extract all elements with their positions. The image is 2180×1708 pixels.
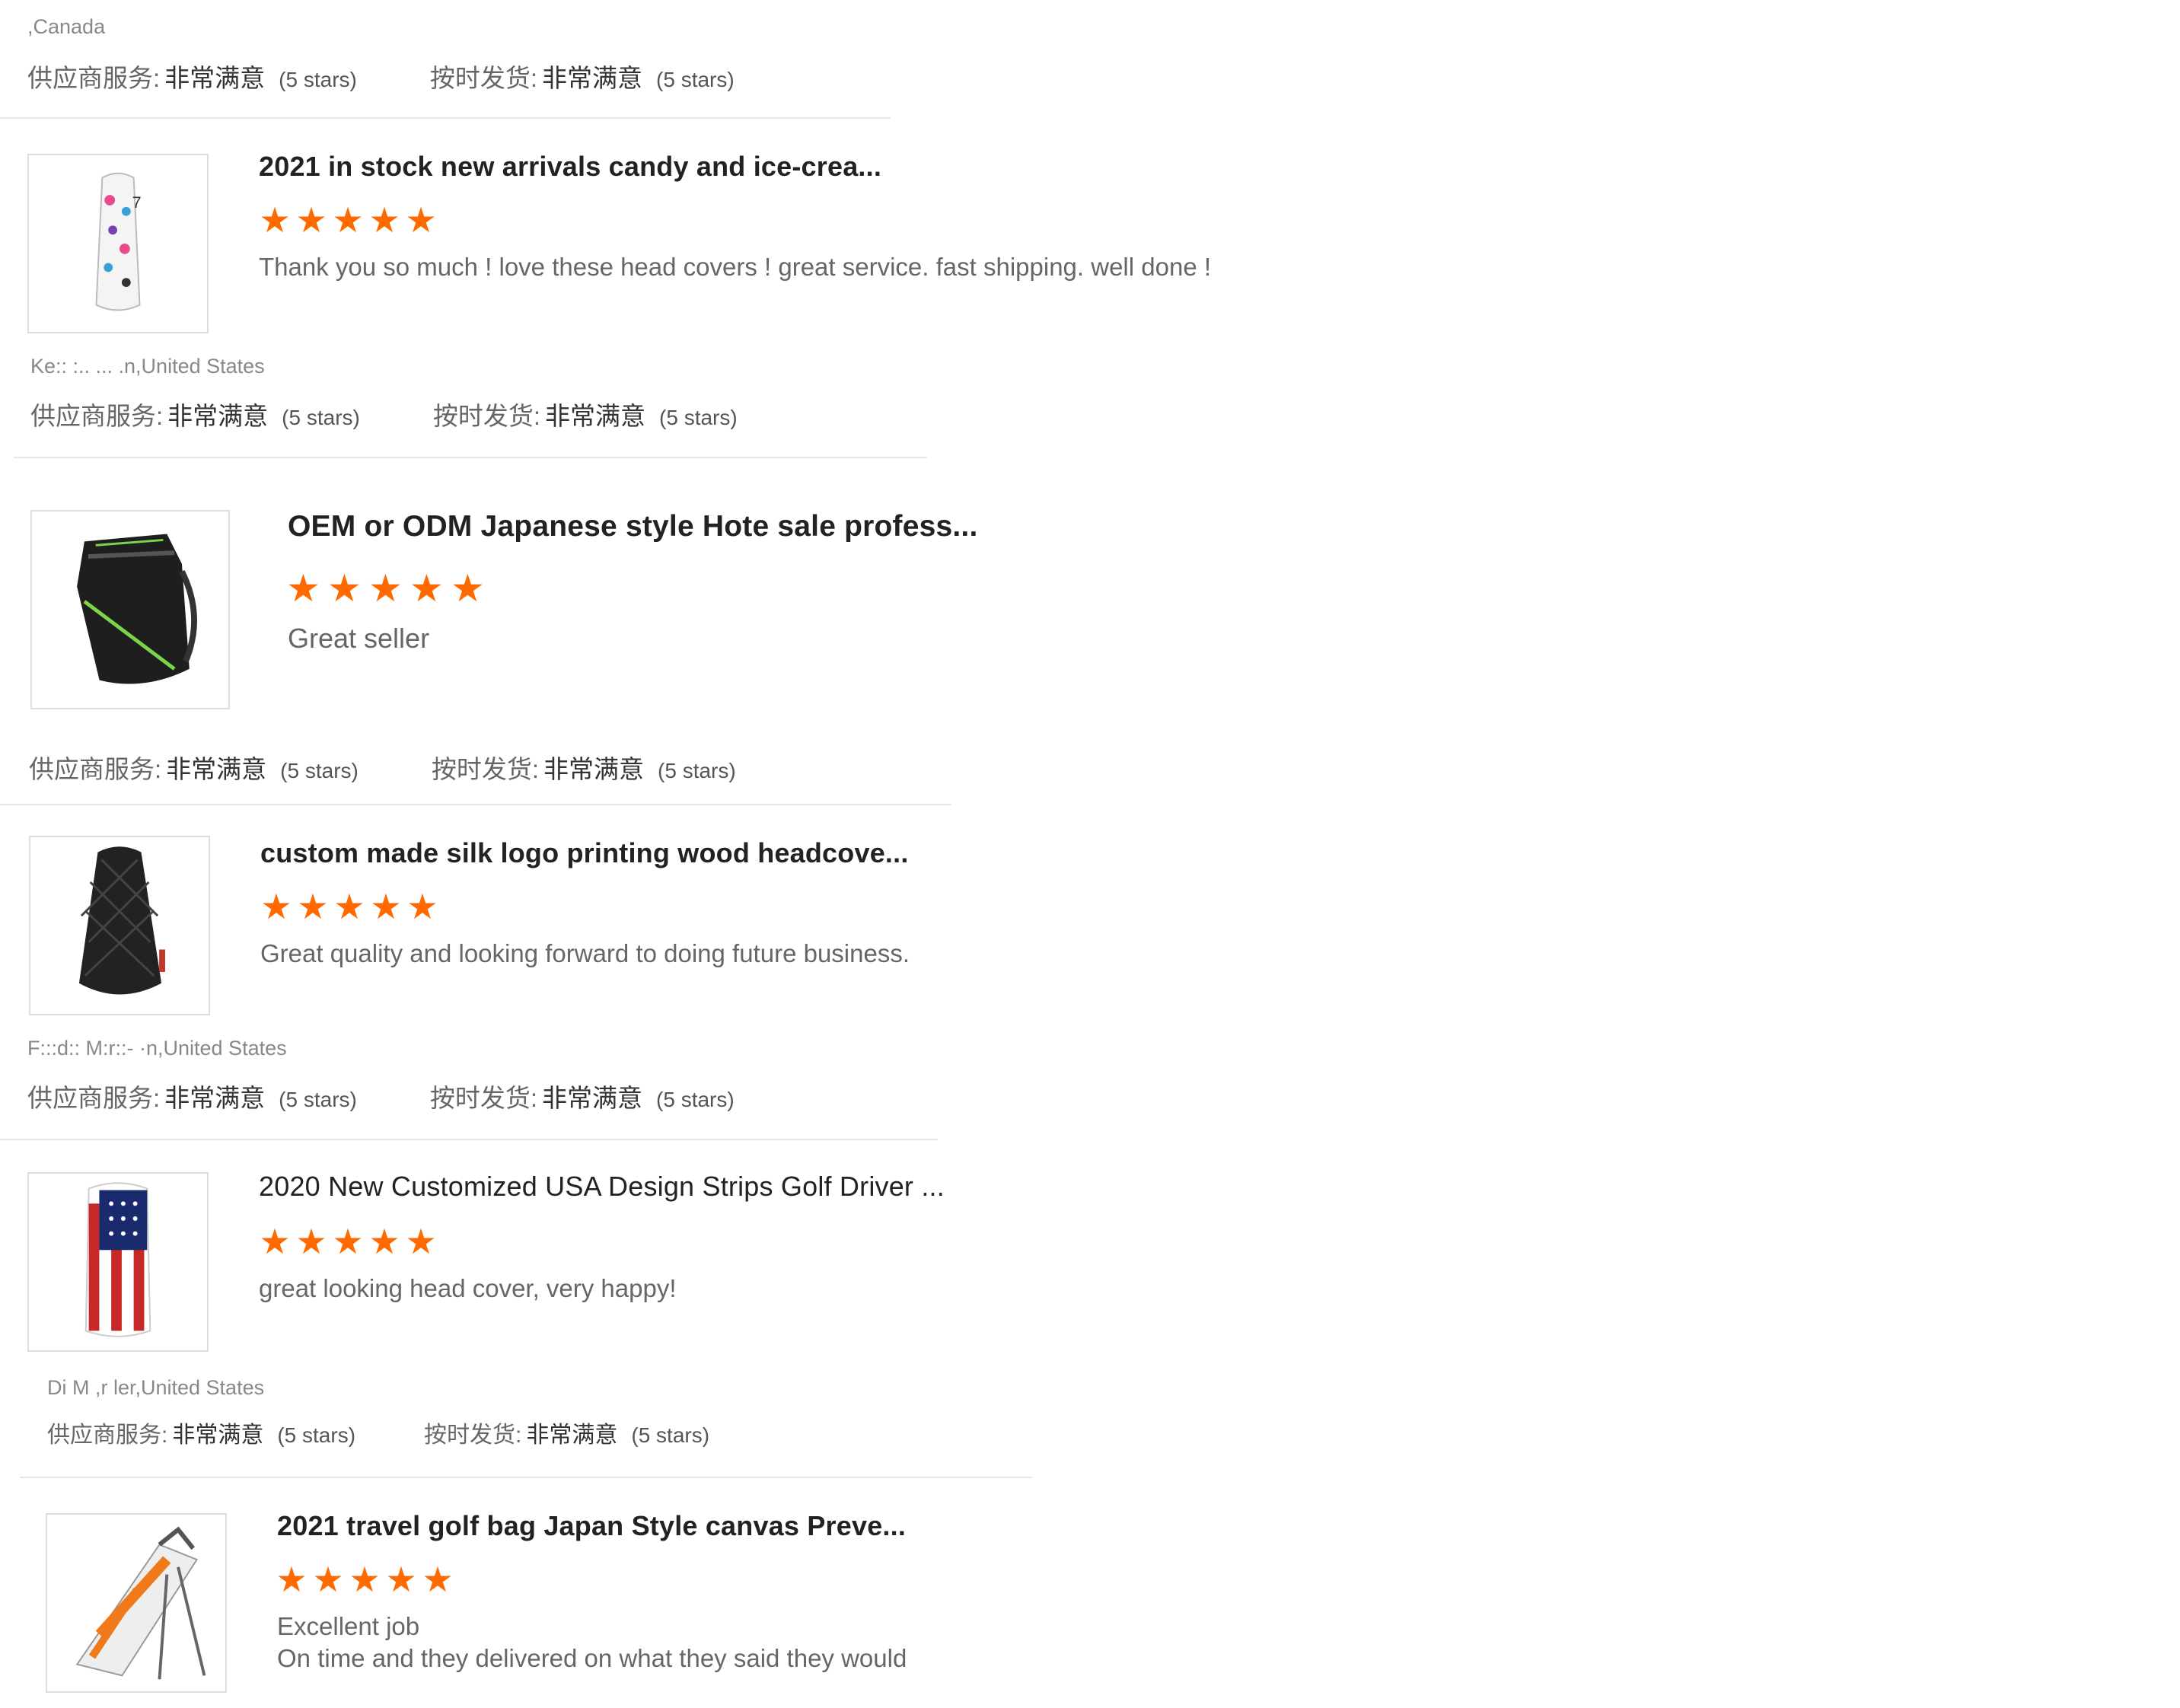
- product-thumbnail[interactable]: [29, 836, 210, 1015]
- rating-stars: ★ ★ ★ ★ ★: [259, 200, 437, 240]
- candy-headcover-icon: 7: [95, 172, 142, 311]
- supplier-service-label: 供应商服务:: [27, 1084, 161, 1112]
- supplier-service-value: 非常满意: [166, 755, 267, 783]
- supplier-service-label: 供应商服务:: [30, 402, 164, 430]
- product-thumbnail[interactable]: [27, 1172, 209, 1352]
- stand-golf-bag-icon: [75, 1526, 206, 1680]
- star-icon: ★: [259, 1222, 291, 1261]
- on-time-shipping-stars: (5 stars): [631, 1423, 710, 1447]
- review-comment: great looking head cover, very happy!: [259, 1274, 677, 1302]
- star-icon: ★: [406, 887, 438, 926]
- review-comment: Great seller: [288, 623, 430, 654]
- supplier-service-label: 供应商服务:: [27, 64, 161, 92]
- supplier-service-value: 非常满意: [172, 1423, 264, 1448]
- star-icon: ★: [349, 1560, 381, 1599]
- review-item: OEM or ODM Japanese style Hote sale prof…: [0, 457, 977, 805]
- star-icon: ★: [295, 200, 327, 240]
- quilted-headcover-icon: [78, 846, 165, 995]
- star-icon: ★: [405, 1222, 437, 1261]
- star-icon: ★: [410, 567, 444, 610]
- review-item: 2021 travel golf bag Japan Style canvas …: [20, 1477, 1032, 1705]
- star-icon: ★: [332, 200, 364, 240]
- product-title[interactable]: 2021 travel golf bag Japan Style canvas …: [277, 1510, 906, 1542]
- star-icon: ★: [385, 1560, 417, 1599]
- product-thumbnail[interactable]: [46, 1513, 227, 1693]
- rating-stars: ★ ★ ★ ★ ★: [259, 1222, 437, 1261]
- star-icon: ★: [405, 200, 437, 240]
- star-icon: ★: [286, 567, 320, 610]
- buyer-location: ,Canada: [27, 15, 106, 38]
- rating-stars: ★ ★ ★ ★ ★: [286, 567, 485, 610]
- review-item: custom made silk logo printing wood head…: [0, 804, 938, 1140]
- on-time-shipping-value: 非常满意: [543, 755, 645, 783]
- on-time-shipping-stars: (5 stars): [658, 759, 736, 782]
- star-icon: ★: [332, 1222, 364, 1261]
- star-icon: ★: [368, 200, 400, 240]
- product-thumbnail[interactable]: 7: [27, 154, 209, 333]
- product-title[interactable]: custom made silk logo printing wood head…: [260, 837, 909, 869]
- star-icon: ★: [368, 567, 403, 610]
- seller-ratings: 供应商服务: 非常满意 (5 stars) 按时发货: 非常满意 (5 stars): [30, 396, 738, 432]
- on-time-shipping-stars: (5 stars): [656, 68, 735, 91]
- review-comment: Great quality and looking forward to doi…: [260, 939, 910, 967]
- supplier-service-stars: (5 stars): [282, 406, 360, 429]
- supplier-service-value: 非常满意: [164, 1084, 266, 1112]
- star-icon: ★: [312, 1560, 344, 1599]
- supplier-service-stars: (5 stars): [277, 1423, 356, 1447]
- star-icon: ★: [370, 887, 402, 926]
- svg-text:7: 7: [132, 193, 142, 212]
- supplier-service-stars: (5 stars): [280, 759, 359, 782]
- rating-stars: ★ ★ ★ ★ ★: [260, 887, 438, 926]
- star-icon: ★: [451, 567, 485, 610]
- on-time-shipping-stars: (5 stars): [659, 406, 738, 429]
- black-golf-bag-icon: [77, 534, 197, 684]
- star-icon: ★: [260, 887, 292, 926]
- on-time-shipping-value: 非常满意: [542, 64, 643, 92]
- star-icon: ★: [259, 200, 291, 240]
- on-time-shipping-value: 非常满意: [526, 1423, 618, 1448]
- on-time-shipping-label: 按时发货:: [429, 64, 538, 92]
- supplier-service-value: 非常满意: [164, 64, 266, 92]
- review-comment-line-2: On time and they delivered on what they …: [277, 1644, 907, 1672]
- on-time-shipping-value: 非常满意: [542, 1084, 643, 1112]
- rating-stars: ★ ★ ★ ★ ★: [276, 1560, 454, 1599]
- seller-ratings: 供应商服务: 非常满意 (5 stars) 按时发货: 非常满意 (5 stars): [27, 58, 735, 94]
- star-icon: ★: [333, 887, 365, 926]
- supplier-service-stars: (5 stars): [279, 1088, 357, 1111]
- on-time-shipping-stars: (5 stars): [656, 1088, 735, 1111]
- on-time-shipping-label: 按时发货:: [431, 755, 540, 783]
- seller-ratings: 供应商服务: 非常满意 (5 stars) 按时发货: 非常满意 (5 stars): [29, 749, 736, 785]
- on-time-shipping-label: 按时发货:: [432, 402, 541, 430]
- review-comment: Excellent job: [277, 1612, 420, 1640]
- review-comment: Thank you so much ! love these head cove…: [259, 253, 1212, 281]
- product-title[interactable]: 2021 in stock new arrivals candy and ice…: [259, 151, 881, 183]
- star-icon: ★: [368, 1222, 400, 1261]
- review-item: 2020 New Customized USA Design Strips Go…: [20, 1139, 1032, 1478]
- buyer-location: Ke:: :.. ... .n,United States: [30, 355, 265, 378]
- seller-ratings: 供应商服务: 非常满意 (5 stars) 按时发货: 非常满意 (5 stars): [47, 1416, 709, 1449]
- supplier-service-label: 供应商服务:: [47, 1423, 168, 1448]
- buyer-location: F:::d:: M:r::- ·n,United States: [27, 1037, 287, 1060]
- star-icon: ★: [297, 887, 329, 926]
- supplier-service-stars: (5 stars): [279, 68, 357, 91]
- product-title[interactable]: OEM or ODM Japanese style Hote sale prof…: [288, 510, 978, 543]
- usa-flag-headcover-icon: [84, 1182, 151, 1337]
- review-item-partial: ,Canada 供应商服务: 非常满意 (5 stars) 按时发货: 非常满意 (5 …: [0, 0, 891, 119]
- on-time-shipping-label: 按时发货:: [429, 1084, 538, 1112]
- on-time-shipping-label: 按时发货:: [424, 1423, 522, 1448]
- star-icon: ★: [295, 1222, 327, 1261]
- buyer-location: Di M ,r ler,United States: [47, 1376, 265, 1399]
- star-icon: ★: [422, 1560, 454, 1599]
- star-icon: ★: [327, 567, 362, 610]
- supplier-service-label: 供应商服务:: [29, 755, 162, 783]
- supplier-service-value: 非常满意: [167, 402, 269, 430]
- product-thumbnail[interactable]: [30, 510, 230, 709]
- review-item: 7 2021 in stock new arrivals candy and i…: [14, 117, 1211, 458]
- on-time-shipping-value: 非常满意: [545, 402, 646, 430]
- star-icon: ★: [276, 1560, 308, 1599]
- product-title[interactable]: 2020 New Customized USA Design Strips Go…: [259, 1171, 945, 1203]
- seller-ratings: 供应商服务: 非常满意 (5 stars) 按时发货: 非常满意 (5 stars): [27, 1078, 735, 1114]
